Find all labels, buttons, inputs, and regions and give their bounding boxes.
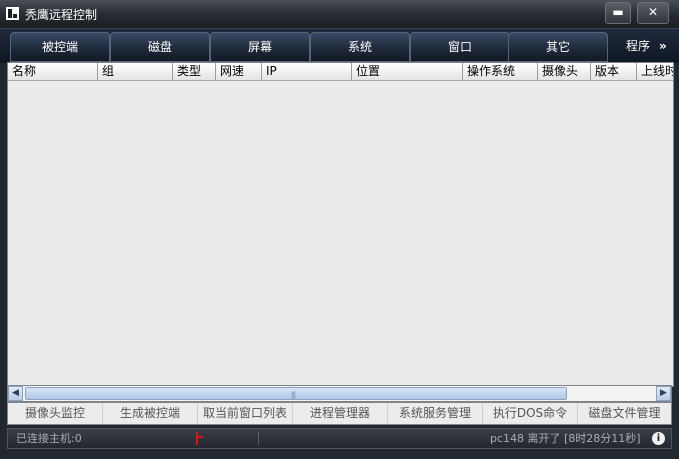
minimize-button[interactable]: ▬ [605,2,631,24]
connected-hosts-status: 已连接主机:0 [16,432,82,445]
scroll-right-icon[interactable]: ▶ [656,386,671,401]
tab-programs[interactable]: 程序 » [612,32,678,60]
app-logo-icon [6,7,19,20]
column-header-speed[interactable]: 网速 [216,63,262,80]
scrollbar-thumb[interactable]: ||| [25,387,567,400]
close-button[interactable]: ✕ [637,2,669,24]
column-header-ip[interactable]: IP [262,63,352,80]
event-status: pc148 离开了 [8时28分11秒] [490,432,641,445]
title-bar[interactable]: 秃鹰远程控制 ▬ ✕ [0,0,679,28]
tab-screen[interactable]: 屏幕 [210,32,310,62]
list-header: 名称 组 类型 网速 IP 位置 操作系统 摄像头 版本 上线时 [8,63,673,81]
window-title: 秃鹰远程控制 [25,8,98,22]
scroll-left-icon[interactable]: ◀ [8,386,23,401]
generate-client-button[interactable]: 生成被控端 [103,403,198,424]
column-header-location[interactable]: 位置 [352,63,463,80]
red-flag-icon [196,432,203,445]
process-manager-button[interactable]: 进程管理器 [293,403,388,424]
service-manager-button[interactable]: 系统服务管理 [388,403,483,424]
tab-system[interactable]: 系统 [310,32,410,62]
horizontal-scrollbar[interactable]: ◀ ||| ▶ [7,385,672,402]
column-header-online-time[interactable]: 上线时 [637,63,673,80]
dos-command-button[interactable]: 执行DOS命令 [483,403,578,424]
tab-clients[interactable]: 被控端 [10,32,110,62]
tab-window[interactable]: 窗口 [410,32,510,62]
action-bar: 摄像头监控 生成被控端 取当前窗口列表 进程管理器 系统服务管理 执行DOS命令… [7,402,672,425]
chevron-double-right-icon[interactable]: » [659,32,667,60]
disk-file-manager-button[interactable]: 磁盘文件管理 [578,403,671,424]
status-bar: 已连接主机:0 pc148 离开了 [8时28分11秒] i [7,428,672,449]
camera-monitor-button[interactable]: 摄像头监控 [8,403,103,424]
scrollbar-grip-icon: ||| [291,391,296,399]
window-list-button[interactable]: 取当前窗口列表 [198,403,293,424]
tab-disk[interactable]: 磁盘 [110,32,210,62]
main-window: 秃鹰远程控制 ▬ ✕ 被控端 磁盘 屏幕 系统 窗口 其它 程序 » 名称 组 … [0,0,679,459]
column-header-os[interactable]: 操作系统 [463,63,538,80]
column-header-group[interactable]: 组 [98,63,173,80]
column-header-name[interactable]: 名称 [8,63,98,80]
column-header-camera[interactable]: 摄像头 [538,63,591,80]
status-divider [258,432,259,445]
column-header-version[interactable]: 版本 [591,63,637,80]
column-header-type[interactable]: 类型 [173,63,216,80]
info-icon[interactable]: i [652,432,665,445]
main-tab-bar: 被控端 磁盘 屏幕 系统 窗口 其它 程序 » [0,28,679,63]
tab-other[interactable]: 其它 [508,32,608,62]
client-list[interactable]: 名称 组 类型 网速 IP 位置 操作系统 摄像头 版本 上线时 [7,62,674,387]
tab-programs-label: 程序 [626,39,651,53]
